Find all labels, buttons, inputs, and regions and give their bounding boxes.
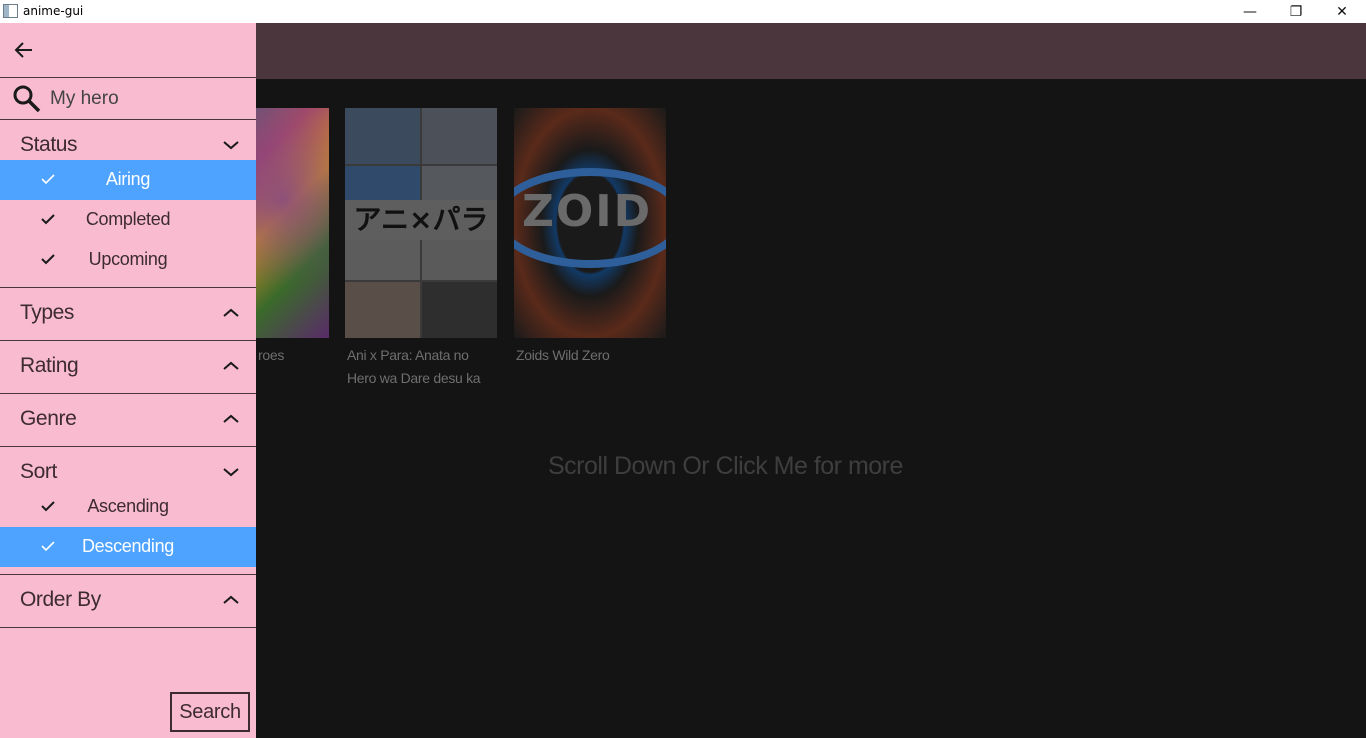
genre-label: Genre [20,407,77,430]
drawer-header [0,23,256,78]
chevron-down-icon[interactable] [222,138,240,152]
types-header[interactable]: Types [0,288,256,340]
status-option-upcoming[interactable]: Upcoming [0,240,256,280]
types-label: Types [20,301,75,324]
chevron-up-icon[interactable] [222,412,240,426]
poster-logo-text: アニ×パラ [345,200,497,240]
genre-header[interactable]: Genre [0,394,256,446]
anime-card[interactable]: ZOID Zoids Wild Zero [514,108,666,367]
option-label: Completed [85,209,171,229]
app-icon [3,4,18,18]
status-option-airing[interactable]: Airing [0,160,256,200]
search-icon[interactable] [12,84,42,114]
window-title: anime-gui [23,4,84,18]
option-label: Descending [81,536,175,556]
minimize-icon[interactable]: — [1227,0,1273,23]
close-icon[interactable]: ✕ [1319,0,1365,23]
maximize-icon[interactable]: ❐ [1273,0,1319,23]
status-section: Status Airing Completed Upcoming [0,120,256,288]
option-label: Upcoming [88,249,168,269]
chevron-up-icon[interactable] [222,359,240,373]
sort-option-ascending[interactable]: Ascending [0,487,256,527]
rating-header[interactable]: Rating [0,341,256,393]
sort-section: Sort Ascending Descending [0,447,256,575]
genre-section: Genre [0,394,256,447]
types-section: Types [0,288,256,341]
order-by-header[interactable]: Order By [0,575,256,627]
rating-label: Rating [20,354,79,377]
filter-drawer: Status Airing Completed Upcoming Types [0,23,256,738]
search-input[interactable] [50,84,250,114]
search-row [0,78,256,120]
search-button[interactable]: Search [170,692,250,732]
rating-section: Rating [0,341,256,394]
option-label: Ascending [87,496,169,516]
load-more-link[interactable]: Scroll Down Or Click Me for more [548,452,903,481]
chevron-down-icon[interactable] [222,465,240,479]
status-option-completed[interactable]: Completed [0,200,256,240]
option-label: Airing [105,169,151,189]
sort-option-descending[interactable]: Descending [0,527,256,567]
anime-poster[interactable]: アニ×パラ [345,108,497,338]
arrow-left-icon[interactable] [12,39,34,61]
anime-title[interactable]: Ani x Para: Anata no Hero wa Dare desu k… [345,344,497,390]
anime-title[interactable]: Zoids Wild Zero [514,344,666,367]
chevron-up-icon[interactable] [222,306,240,320]
window-titlebar: anime-gui — ❐ ✕ [0,0,1366,23]
status-label: Status [20,133,78,156]
chevron-up-icon[interactable] [222,593,240,607]
anime-poster[interactable]: ZOID [514,108,666,338]
order-by-label: Order By [20,588,101,611]
order-by-section: Order By [0,575,256,628]
anime-card[interactable]: アニ×パラ Ani x Para: Anata no Hero wa Dare … [345,108,497,390]
sort-label: Sort [20,460,57,483]
poster-logo-text: ZOID [522,186,653,237]
